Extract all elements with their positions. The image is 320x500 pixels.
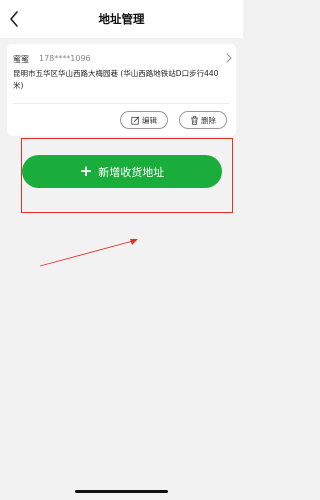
edit-label: 编辑 [142,115,157,125]
recipient-phone: 178****1096 [39,54,91,63]
address-card[interactable]: 蜜蜜 178****1096 昆明市五华区华山西路大梅园巷 (华山西路地铁站D口… [7,44,236,136]
divider [13,103,230,104]
chevron-right-icon[interactable] [225,52,233,64]
add-address-label: 新增收货地址 [98,165,165,179]
nav-bar: 地址管理 [0,0,243,38]
home-indicator [75,490,168,493]
trash-icon [190,115,201,125]
edit-icon [131,115,142,125]
app-screen: 地址管理 蜜蜜 178****1096 昆明市五华区华山西路大梅园巷 (华山西路… [0,0,243,500]
add-address-button[interactable]: + 新增收货地址 [22,155,222,188]
edit-button[interactable]: 编辑 [120,111,168,129]
page-title: 地址管理 [98,12,145,26]
recipient-name: 蜜蜜 [13,55,29,64]
plus-icon: + [79,162,93,180]
delete-button[interactable]: 删除 [179,111,227,129]
delete-label: 删除 [201,115,216,125]
address-text: 昆明市五华区华山西路大梅园巷 (华山西路地铁站D口步行440米) [13,69,219,90]
